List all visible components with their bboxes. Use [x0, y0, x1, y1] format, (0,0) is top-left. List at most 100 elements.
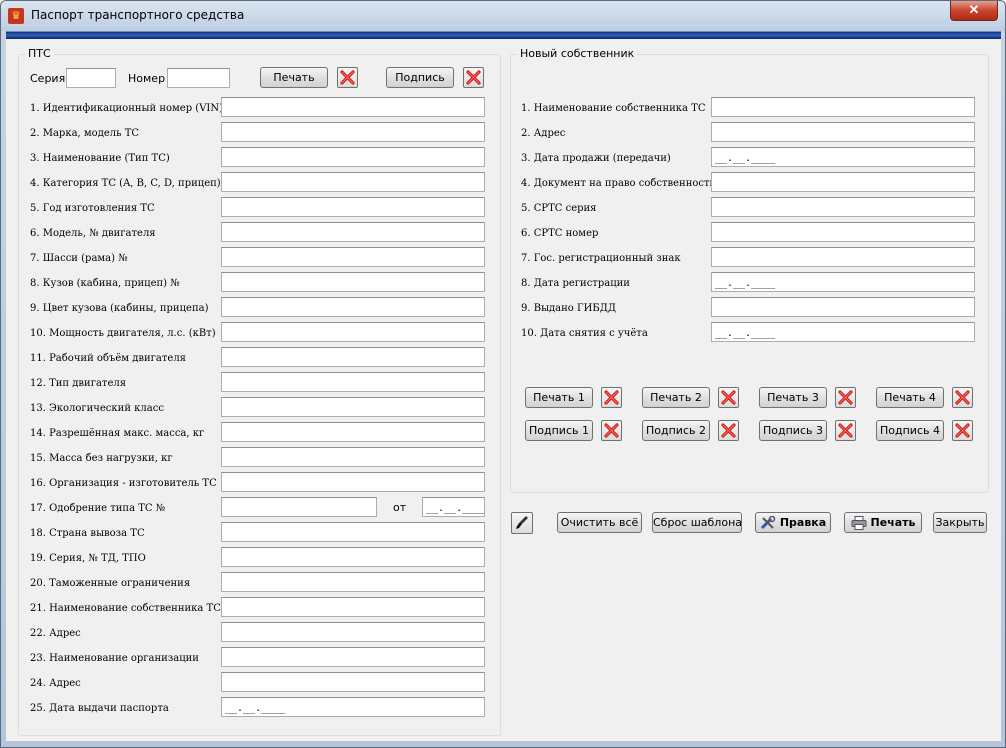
- clear-all-button[interactable]: Очистить всё: [557, 512, 642, 533]
- owner-field-label: 2. Адрес: [521, 128, 566, 139]
- owner-field-input[interactable]: __.__.____: [711, 147, 975, 167]
- owner-print-3-button[interactable]: Печать 3: [759, 387, 827, 408]
- approval-from-label: от: [393, 501, 407, 514]
- print-label: Печать: [870, 516, 916, 529]
- pts-field-label: 19. Серия, № ТД, ТПО: [30, 553, 146, 564]
- window-close-button[interactable]: ✕: [950, 1, 998, 21]
- pts-field-input[interactable]: [221, 297, 485, 317]
- pts-group-title: ПТС: [25, 47, 54, 60]
- pts-field-input[interactable]: [221, 172, 485, 192]
- owner-field-input[interactable]: __.__.____: [711, 322, 975, 342]
- pts-sign-delete-button[interactable]: [463, 67, 484, 88]
- owner-print-4-button[interactable]: Печать 4: [876, 387, 944, 408]
- pts-field-input[interactable]: [221, 647, 485, 667]
- close-button[interactable]: Закрыть: [933, 512, 987, 533]
- owner-print-1-delete-button[interactable]: [601, 387, 622, 408]
- owner-print-2-delete-button[interactable]: [718, 387, 739, 408]
- pts-field-input[interactable]: [221, 347, 485, 367]
- approval-date-input[interactable]: __.__.____: [422, 497, 485, 517]
- main-window: ♛ Паспорт транспортного средства ✕ ПТС С…: [0, 0, 1006, 748]
- owner-sign-2-delete-button[interactable]: [718, 420, 739, 441]
- owner-field-input[interactable]: [711, 247, 975, 267]
- pts-field-label: 3. Наименование (Тип ТС): [30, 153, 170, 164]
- pts-field-input[interactable]: [221, 472, 485, 492]
- owner-field-input[interactable]: [711, 222, 975, 242]
- edit-button[interactable]: Правка: [755, 512, 831, 533]
- pts-print-delete-button[interactable]: [337, 67, 358, 88]
- pts-print-button[interactable]: Печать: [260, 67, 328, 88]
- pts-field-input[interactable]: [221, 97, 485, 117]
- owner-sign-4-delete-button[interactable]: [952, 420, 973, 441]
- pts-field-label: 11. Рабочий объём двигателя: [30, 353, 186, 364]
- brush-button[interactable]: [511, 512, 533, 534]
- pts-field-input[interactable]: [221, 222, 485, 242]
- number-input[interactable]: [167, 68, 230, 88]
- owner-field-input[interactable]: __.__.____: [711, 272, 975, 292]
- print-button[interactable]: Печать: [844, 512, 922, 533]
- owner-sign-1-button[interactable]: Подпись 1: [525, 420, 593, 441]
- owner-print-2-button[interactable]: Печать 2: [642, 387, 710, 408]
- pts-field-label: 15. Масса без нагрузки, кг: [30, 453, 173, 464]
- owner-field-label: 1. Наименование собственника ТС: [521, 103, 706, 114]
- pts-field-input[interactable]: [221, 547, 485, 567]
- title-bar: ♛ Паспорт транспортного средства ✕: [1, 1, 1005, 31]
- pts-field-input[interactable]: [221, 122, 485, 142]
- owner-field-label: 6. СРТС номер: [521, 228, 599, 239]
- pts-field-input[interactable]: [221, 372, 485, 392]
- pts-field-input[interactable]: [221, 272, 485, 292]
- pts-field-input[interactable]: [221, 197, 485, 217]
- pts-field-label: 5. Год изготовления ТС: [30, 203, 155, 214]
- red-x-icon: [604, 423, 619, 438]
- pts-field-label: 4. Категория ТС (A, B, C, D, прицеп): [30, 178, 221, 189]
- pts-field-input[interactable]: [221, 447, 485, 467]
- owner-field-label: 7. Гос. регистрационный знак: [521, 253, 681, 264]
- pts-field-input[interactable]: __.__.____: [221, 697, 485, 717]
- owner-field-label: 9. Выдано ГИБДД: [521, 303, 616, 314]
- pts-field-label: 1. Идентификационный номер (VIN): [30, 103, 224, 114]
- pts-field-label: 22. Адрес: [30, 628, 81, 639]
- pts-field-input[interactable]: [221, 397, 485, 417]
- owner-sign-4-button[interactable]: Подпись 4: [876, 420, 944, 441]
- owner-field-input[interactable]: [711, 172, 975, 192]
- owner-field-label: 4. Документ на право собственности: [521, 178, 717, 189]
- owner-field-input[interactable]: [711, 122, 975, 142]
- pts-field-input[interactable]: [221, 322, 485, 342]
- owner-sign-1-delete-button[interactable]: [601, 420, 622, 441]
- pts-field-input[interactable]: [221, 497, 377, 517]
- pts-field-label: 9. Цвет кузова (кабины, прицепа): [30, 303, 209, 314]
- owner-field-input[interactable]: [711, 297, 975, 317]
- owner-field-label: 10. Дата снятия с учёта: [521, 328, 648, 339]
- pts-field-input[interactable]: [221, 247, 485, 267]
- owner-sign-3-button[interactable]: Подпись 3: [759, 420, 827, 441]
- pts-field-label: 21. Наименование собственника ТС: [30, 603, 221, 614]
- owner-print-3-delete-button[interactable]: [835, 387, 856, 408]
- pts-field-label: 20. Таможенные ограничения: [30, 578, 191, 589]
- pts-sign-button[interactable]: Подпись: [386, 67, 454, 88]
- pts-field-input[interactable]: [221, 622, 485, 642]
- red-x-icon: [340, 70, 355, 85]
- pts-field-input[interactable]: [221, 422, 485, 442]
- owner-field-input[interactable]: [711, 97, 975, 117]
- red-x-icon: [604, 390, 619, 405]
- pts-field-label: 12. Тип двигателя: [30, 378, 127, 389]
- owner-sign-2-button[interactable]: Подпись 2: [642, 420, 710, 441]
- pts-field-label: 25. Дата выдачи паспорта: [30, 703, 169, 714]
- edit-label: Правка: [779, 516, 827, 529]
- pts-field-label: 17. Одобрение типа ТС №: [30, 503, 166, 514]
- series-input[interactable]: [66, 68, 116, 88]
- reset-template-button[interactable]: Сброс шаблона: [652, 512, 742, 533]
- pts-field-input[interactable]: [221, 522, 485, 542]
- pts-field-input[interactable]: [221, 147, 485, 167]
- pts-field-input[interactable]: [221, 572, 485, 592]
- client-area: ПТС Серия Номер Печать Подпись 1. Иденти…: [6, 39, 1001, 741]
- pts-field-label: 24. Адрес: [30, 678, 81, 689]
- pts-field-label: 18. Страна вывоза ТС: [30, 528, 145, 539]
- pts-field-input[interactable]: [221, 597, 485, 617]
- tools-icon: [760, 516, 776, 530]
- owner-sign-3-delete-button[interactable]: [835, 420, 856, 441]
- owner-print-1-button[interactable]: Печать 1: [525, 387, 593, 408]
- owner-field-input[interactable]: [711, 197, 975, 217]
- red-x-icon: [838, 390, 853, 405]
- owner-print-4-delete-button[interactable]: [952, 387, 973, 408]
- pts-field-input[interactable]: [221, 672, 485, 692]
